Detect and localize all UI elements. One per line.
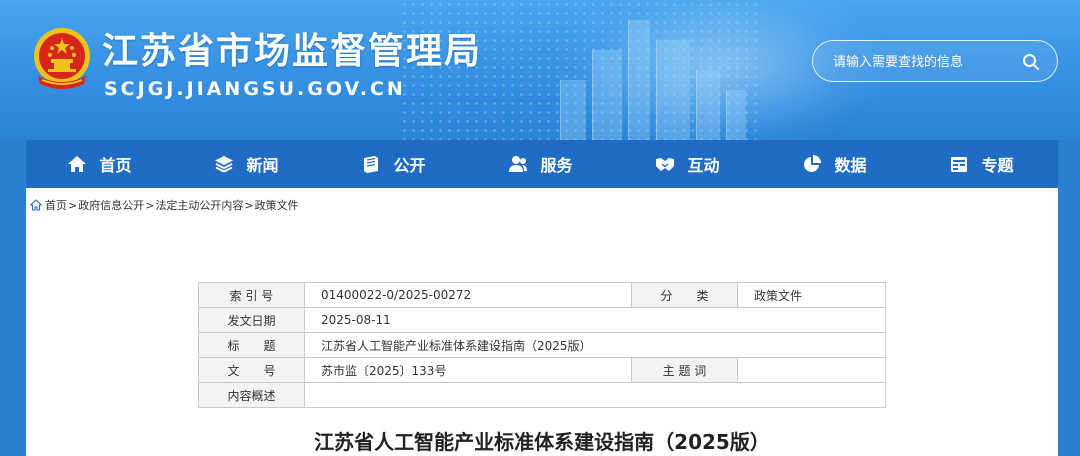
nav-item-public[interactable]: 公开 [320, 140, 467, 188]
banner-building [560, 80, 586, 140]
table-row: 内容概述 [198, 382, 886, 408]
main-nav: 首页 新闻 公开 服务 互动 数据 专题 [26, 140, 1058, 188]
nav-item-label: 互动 [687, 156, 720, 175]
search-input[interactable] [833, 51, 1013, 73]
layers-icon [215, 156, 234, 173]
table-row: 文 号 苏市监〔2025〕133号 主 题 词 [198, 357, 886, 383]
banner-building [592, 50, 622, 140]
nav-item-label: 首页 [99, 156, 132, 175]
summary-label: 内容概述 [198, 382, 305, 408]
handshake-icon [656, 158, 675, 171]
calendar-icon [951, 157, 968, 172]
nav-item-label: 新闻 [246, 156, 279, 175]
national-emblem-icon [30, 26, 94, 92]
content-area: 首页 > 政府信息公开 > 法定主动公开内容 > 政策文件 索 引 号 0140… [26, 188, 1058, 456]
nav-item-home[interactable]: 首页 [26, 140, 173, 188]
breadcrumb: 首页 > 政府信息公开 > 法定主动公开内容 > 政策文件 [30, 197, 299, 213]
doc-number-label: 文 号 [198, 357, 305, 383]
breadcrumb-link-gov-info[interactable]: 政府信息公开 [78, 197, 144, 213]
breadcrumb-separator: > [68, 198, 78, 212]
banner-building [656, 40, 690, 140]
summary-value [304, 382, 886, 408]
banner-building [726, 90, 746, 140]
title-value: 江苏省人工智能产业标准体系建设指南（2025版） [304, 332, 886, 358]
breadcrumb-link-home[interactable]: 首页 [45, 197, 67, 213]
table-row: 标 题 江苏省人工智能产业标准体系建设指南（2025版） [198, 332, 886, 358]
category-label: 分 类 [631, 282, 738, 308]
index-label: 索 引 号 [198, 282, 305, 308]
nav-item-label: 专题 [981, 156, 1014, 175]
home-icon [68, 156, 87, 172]
banner-building [696, 70, 720, 140]
table-row: 发文日期 2025-08-11 [198, 307, 886, 333]
nav-item-data[interactable]: 数据 [761, 140, 908, 188]
nav-item-service[interactable]: 服务 [467, 140, 614, 188]
keywords-value [737, 357, 886, 383]
table-row: 索 引 号 01400022-0/2025-00272 分 类 政策文件 [198, 282, 886, 308]
nav-item-label: 数据 [834, 156, 867, 175]
document-title: 江苏省人工智能产业标准体系建设指南（2025版） [314, 430, 770, 454]
users-icon [509, 156, 528, 172]
date-label: 发文日期 [198, 307, 305, 333]
breadcrumb-link-statutory[interactable]: 法定主动公开内容 [155, 197, 243, 213]
site-url: SCJGJ.JIANGSU.GOV.CN [104, 78, 406, 100]
document-meta-table: 索 引 号 01400022-0/2025-00272 分 类 政策文件 发文日… [198, 282, 886, 408]
date-value: 2025-08-11 [304, 307, 886, 333]
home-icon [30, 199, 42, 211]
nav-item-label: 服务 [540, 156, 573, 175]
search-icon[interactable] [1021, 52, 1041, 72]
keywords-label: 主 题 词 [631, 357, 738, 383]
header-banner: 江苏省市场监督管理局 SCJGJ.JIANGSU.GOV.CN [0, 0, 1080, 140]
nav-item-news[interactable]: 新闻 [173, 140, 320, 188]
search-box [812, 40, 1058, 82]
nav-item-label: 公开 [393, 156, 426, 175]
nav-item-topic[interactable]: 专题 [908, 140, 1055, 188]
title-label: 标 题 [198, 332, 305, 358]
doc-number-value: 苏市监〔2025〕133号 [304, 357, 632, 383]
breadcrumb-link-policy[interactable]: 政策文件 [255, 197, 299, 213]
category-value: 政策文件 [737, 282, 886, 308]
index-value: 01400022-0/2025-00272 [304, 282, 632, 308]
banner-building [628, 20, 650, 140]
pie-chart-icon [804, 155, 822, 172]
nav-item-interact[interactable]: 互动 [614, 140, 761, 188]
book-icon [364, 156, 379, 173]
site-title[interactable]: 江苏省市场监督管理局 [102, 22, 482, 74]
breadcrumb-separator: > [145, 198, 155, 212]
breadcrumb-separator: > [244, 198, 254, 212]
